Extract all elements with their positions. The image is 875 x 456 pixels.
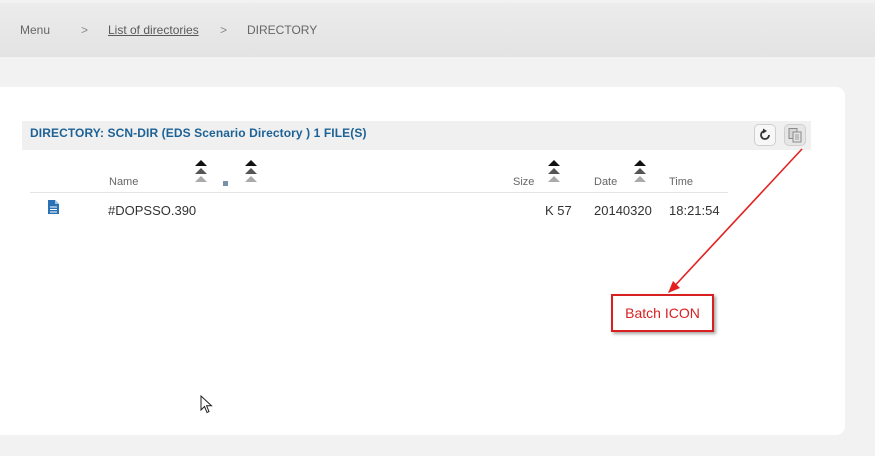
mouse-cursor-icon — [200, 395, 213, 414]
annotation-label: Batch ICON — [611, 294, 714, 332]
annotation-arrow — [668, 148, 803, 293]
